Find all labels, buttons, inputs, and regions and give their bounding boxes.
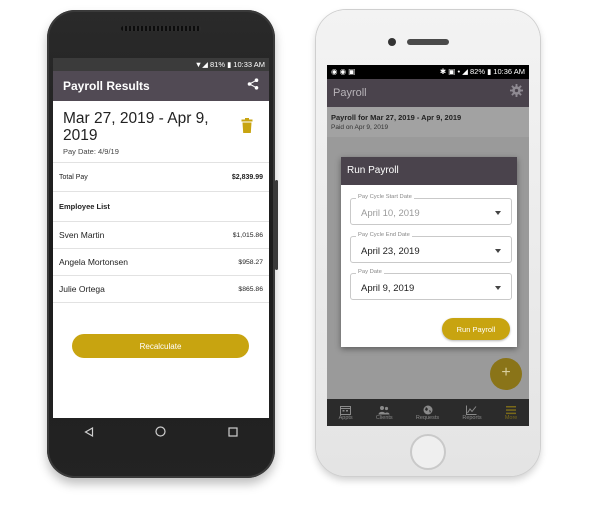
front-camera [388,38,396,46]
home-button[interactable] [410,434,446,470]
chevron-down-icon [495,211,501,215]
status-bar: ◉ ◉ ▣ ✱ ▣ • ◢ 82% ▮ 10:36 AM [327,65,529,79]
employee-amount: $1,015.86 [232,231,263,239]
tab-label: Appts [338,414,353,421]
tab-label: Clients [375,414,393,421]
dialog-title: Run Payroll [341,157,517,185]
back-icon[interactable] [84,424,94,442]
employee-amount: $865.86 [238,285,263,293]
tab-label: Reports [462,414,482,421]
pay-date-value: April 9, 2019 [361,283,415,294]
employee-name: Julie Ortega [59,284,105,294]
app-bar: Payroll Results [53,71,269,101]
calendar-icon [340,405,352,415]
payroll-item-title: Payroll for Mar 27, 2019 - Apr 9, 2019 [331,113,462,122]
recalculate-button[interactable]: Recalculate [72,334,249,358]
iphone-screen: ◉ ◉ ▣ ✱ ▣ • ◢ 82% ▮ 10:36 AM Payroll Pay… [327,65,529,426]
android-screen: ▼◢ 81% ▮ 10:33 AM Payroll Results Mar 27… [53,58,269,418]
tab-label: More [504,414,518,421]
employee-name: Angela Mortonsen [59,257,128,267]
employee-name: Sven Martin [59,230,105,240]
iphone-device: ◉ ◉ ▣ ✱ ▣ • ◢ 82% ▮ 10:36 AM Payroll Pay… [316,10,540,476]
payroll-list-item[interactable]: Payroll for Mar 27, 2019 - Apr 9, 2019 P… [327,107,529,137]
android-nav-bar [53,418,269,448]
run-payroll-button[interactable]: Run Payroll [442,318,510,340]
date-range: Mar 27, 2019 - Apr 9, 2019 [63,110,209,144]
status-right: ✱ ▣ • ◢ 82% ▮ 10:36 AM [439,67,525,76]
share-icon[interactable] [247,77,259,95]
chevron-down-icon [495,249,501,253]
employee-row[interactable]: Sven Martin $1,015.86 [53,222,269,249]
total-pay-amount: $2,839.99 [231,173,263,181]
tab-more[interactable]: More [504,405,518,421]
power-button [275,180,278,270]
gear-icon[interactable] [510,84,523,102]
android-phone: ▼◢ 81% ▮ 10:33 AM Payroll Results Mar 27… [47,10,278,478]
run-payroll-dialog: Run Payroll Pay Cycle Start Date April 1… [341,157,517,347]
page-title: Payroll [333,87,367,99]
recents-icon[interactable] [228,424,238,442]
tab-requests[interactable]: Requests [416,405,439,421]
chevron-down-icon [495,286,501,290]
employee-row[interactable]: Julie Ortega $865.86 [53,276,269,303]
total-pay-row: Total Pay $2,839.99 [53,162,269,192]
speaker-grille [121,26,201,31]
payroll-item-subtitle: Paid on Apr 9, 2019 [331,124,389,131]
status-left-icons: ◉ ◉ ▣ [331,67,356,76]
start-date-label: Pay Cycle Start Date [356,194,414,200]
pay-date: Pay Date: 4/9/19 [63,147,119,156]
add-fab-button[interactable]: + [490,358,522,390]
trash-icon[interactable] [241,118,253,138]
tab-clients[interactable]: Clients [376,405,393,421]
employee-row[interactable]: Angela Mortonsen $958.27 [53,249,269,276]
payroll-summary: Mar 27, 2019 - Apr 9, 2019 Pay Date: 4/9… [53,101,269,156]
people-icon [378,405,390,414]
tab-bar: Appts Clients Requests Reports More [327,399,529,426]
end-date-label: Pay Cycle End Date [356,232,412,238]
page-title: Payroll Results [63,79,150,93]
app-bar: Payroll [327,79,529,107]
tab-reports[interactable]: Reports [462,405,482,421]
employee-list-header: Employee List [53,192,269,222]
status-bar: ▼◢ 81% ▮ 10:33 AM [53,58,269,71]
start-date-value: April 10, 2019 [361,208,420,219]
tab-appts[interactable]: Appts [339,405,353,421]
end-date-value: April 23, 2019 [361,246,420,257]
home-icon[interactable] [155,424,167,442]
tab-label: Requests [415,414,440,421]
chart-icon [466,405,477,415]
pay-date-select[interactable]: Pay Date April 9, 2019 [350,269,512,300]
employee-amount: $958.27 [238,258,263,266]
pay-date-label: Pay Date [356,269,384,275]
globe-icon [423,405,433,414]
menu-icon [506,405,517,414]
total-pay-label: Total Pay [59,173,88,181]
start-date-select[interactable]: Pay Cycle Start Date April 10, 2019 [350,194,512,225]
end-date-select[interactable]: Pay Cycle End Date April 23, 2019 [350,232,512,263]
earpiece [407,39,449,45]
